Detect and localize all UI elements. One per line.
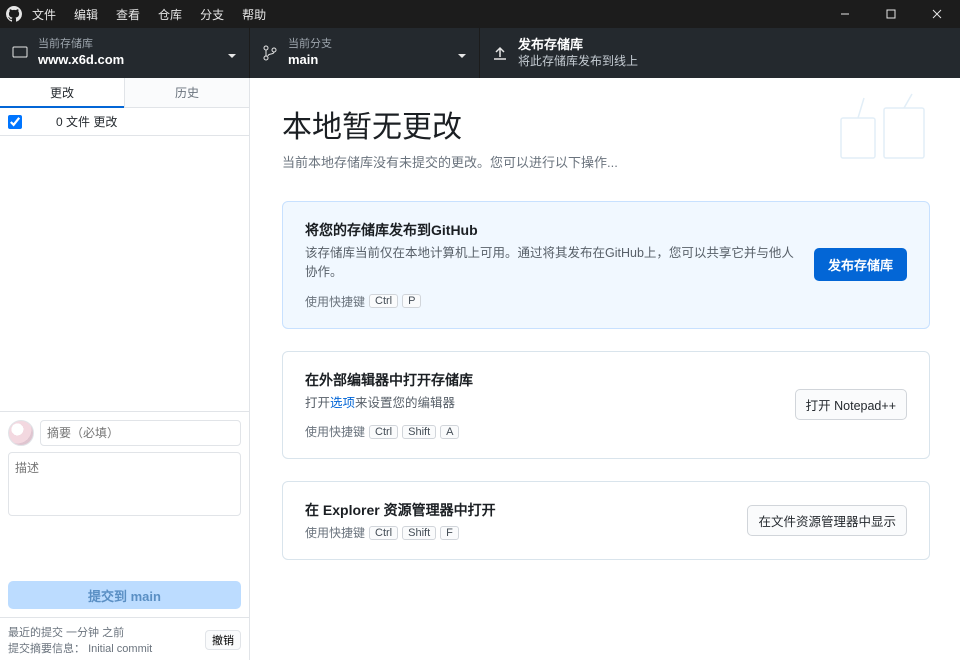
open-editor-action[interactable]: 打开 Notepad++ xyxy=(795,389,907,420)
commit-panel: 提交到 main xyxy=(0,411,249,617)
kbd-key: Ctrl xyxy=(369,294,398,308)
commit-description-input[interactable] xyxy=(8,452,241,516)
upload-icon xyxy=(492,45,508,61)
app-menu: 文件 编辑 查看 仓库 分支 帮助 xyxy=(28,6,266,23)
last-commit-label: 提交摘要信息： xyxy=(8,643,85,655)
avatar xyxy=(8,420,34,446)
card-open-editor-body: 打开选项来设置您的编辑器 xyxy=(305,394,779,413)
menu-help[interactable]: 帮助 xyxy=(242,6,266,23)
changed-files-list xyxy=(0,136,249,411)
menu-edit[interactable]: 编辑 xyxy=(74,6,98,23)
empty-state-title: 本地暂无更改 xyxy=(282,102,930,146)
kbd-key: A xyxy=(440,425,459,439)
tab-changes[interactable]: 更改 xyxy=(0,78,124,108)
title-bar: 文件 编辑 查看 仓库 分支 帮助 xyxy=(0,0,960,28)
github-logo-icon xyxy=(0,6,28,22)
last-commit-time: 最近的提交 一分钟 之前 xyxy=(8,624,152,640)
current-branch-dropdown[interactable]: 当前分支 main xyxy=(250,28,480,78)
current-repository-dropdown[interactable]: 当前存储库 www.x6d.com xyxy=(0,28,250,78)
publish-title: 发布存储库 xyxy=(518,37,638,53)
publish-repository-action[interactable]: 发布存储库 xyxy=(814,248,907,281)
card-open-explorer-title: 在 Explorer 资源管理器中打开 xyxy=(305,500,731,520)
branch-icon xyxy=(262,45,278,61)
select-all-checkbox[interactable] xyxy=(8,115,22,129)
repo-icon xyxy=(12,45,28,61)
publish-repository-button[interactable]: 发布存储库 将此存储库发布到线上 xyxy=(480,28,960,78)
commit-summary-input[interactable] xyxy=(40,420,241,446)
menu-repository[interactable]: 仓库 xyxy=(158,6,182,23)
files-changed-count: 0 文件 更改 xyxy=(56,113,117,130)
close-button[interactable] xyxy=(914,0,960,28)
card-publish-title: 将您的存储库发布到GitHub xyxy=(305,220,798,240)
options-link[interactable]: 选项 xyxy=(330,396,355,410)
open-explorer-action[interactable]: 在文件资源管理器中显示 xyxy=(747,505,907,536)
chevron-down-icon xyxy=(227,48,237,66)
repo-name: www.x6d.com xyxy=(38,52,124,68)
menu-view[interactable]: 查看 xyxy=(116,6,140,23)
card-open-editor-title: 在外部编辑器中打开存储库 xyxy=(305,370,779,390)
minimize-button[interactable] xyxy=(822,0,868,28)
main-panel: 本地暂无更改 当前本地存储库没有未提交的更改。您可以进行以下操作... 将您的存… xyxy=(250,78,960,660)
empty-state-subtitle: 当前本地存储库没有未提交的更改。您可以进行以下操作... xyxy=(282,152,930,171)
repo-label: 当前存储库 xyxy=(38,38,124,52)
shortcut-label: 使用快捷键 xyxy=(305,423,365,440)
card-open-editor: 在外部编辑器中打开存储库 打开选项来设置您的编辑器 使用快捷键 Ctrl Shi… xyxy=(282,351,930,459)
last-commit-message: Initial commit xyxy=(88,643,152,655)
kbd-key: Shift xyxy=(402,425,436,439)
undo-commit-button[interactable]: 撤销 xyxy=(205,630,241,650)
tab-history[interactable]: 历史 xyxy=(124,78,249,108)
shortcut-label: 使用快捷键 xyxy=(305,524,365,541)
branch-label: 当前分支 xyxy=(288,38,332,52)
card-publish-body: 该存储库当前仅在本地计算机上可用。通过将其发布在GitHub上，您可以共享它并与… xyxy=(305,244,798,283)
card-open-explorer: 在 Explorer 资源管理器中打开 使用快捷键 Ctrl Shift F 在… xyxy=(282,481,930,560)
branch-name: main xyxy=(288,52,332,68)
files-changed-row: 0 文件 更改 xyxy=(0,108,249,136)
commit-button[interactable]: 提交到 main xyxy=(8,581,241,609)
sidebar-tabs: 更改 历史 xyxy=(0,78,249,108)
last-commit-info: 最近的提交 一分钟 之前 提交摘要信息： Initial commit 撤销 xyxy=(0,617,249,660)
menu-file[interactable]: 文件 xyxy=(32,6,56,23)
kbd-key: Shift xyxy=(402,526,436,540)
kbd-key: Ctrl xyxy=(369,425,398,439)
card-publish: 将您的存储库发布到GitHub 该存储库当前仅在本地计算机上可用。通过将其发布在… xyxy=(282,201,930,329)
kbd-key: F xyxy=(440,526,459,540)
empty-state-illustration xyxy=(836,88,936,173)
menu-branch[interactable]: 分支 xyxy=(200,6,224,23)
repo-toolbar: 当前存储库 www.x6d.com 当前分支 main 发布存储库 将此存储库发… xyxy=(0,28,960,78)
kbd-key: P xyxy=(402,294,421,308)
chevron-down-icon xyxy=(457,48,467,66)
shortcut-label: 使用快捷键 xyxy=(305,293,365,310)
kbd-key: Ctrl xyxy=(369,526,398,540)
publish-desc: 将此存储库发布到线上 xyxy=(518,54,638,69)
sidebar: 更改 历史 0 文件 更改 提交到 main 最近的提交 一分钟 之前 提交摘要… xyxy=(0,78,250,660)
maximize-button[interactable] xyxy=(868,0,914,28)
